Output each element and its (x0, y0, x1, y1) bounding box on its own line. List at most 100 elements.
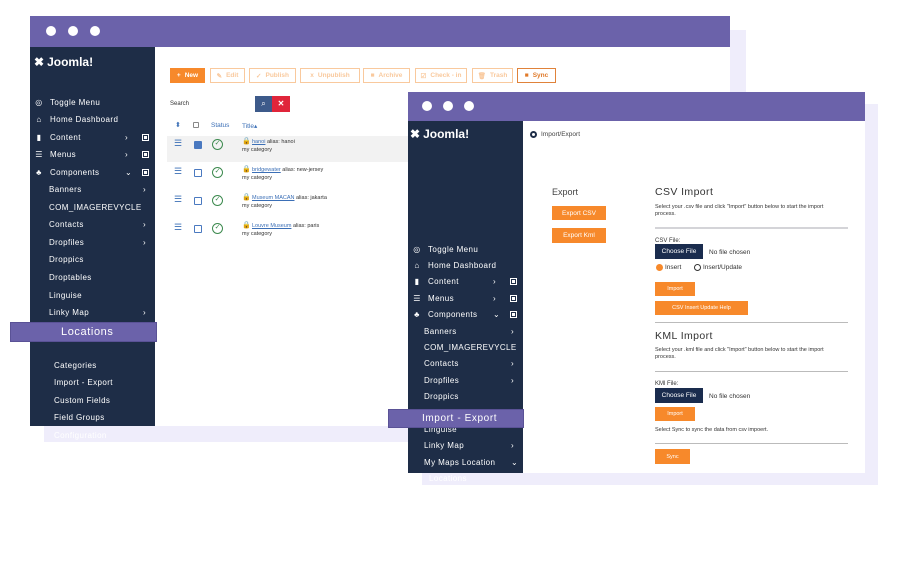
chevron-right-icon[interactable]: › (143, 185, 146, 194)
sidebar-item-locations[interactable]: Locations (408, 473, 523, 485)
column-status[interactable]: Status (211, 122, 229, 129)
sidebar-item-banners[interactable]: Banners › (30, 184, 155, 196)
publish-button[interactable]: ✓ Publish (249, 68, 296, 83)
published-status-icon[interactable]: ✓ (212, 195, 223, 206)
new-button[interactable]: + New (170, 68, 205, 83)
kml-choose-file-button[interactable]: Choose File (655, 388, 703, 403)
sidebar-item-droptables[interactable]: Droptables (30, 272, 155, 284)
sidebar-item-contacts[interactable]: Contacts › (30, 219, 155, 231)
sidebar-item-menus[interactable]: ☰ Menus › (408, 292, 523, 304)
export-csv-button[interactable]: Export CSV (552, 206, 606, 220)
csv-choose-file-button[interactable]: Choose File (655, 244, 703, 259)
location-link[interactable]: Museum MACAN (252, 195, 294, 201)
location-link[interactable]: bridgewater (252, 167, 281, 173)
dashboard-grid-icon[interactable] (510, 311, 517, 319)
published-status-icon[interactable]: ✓ (212, 223, 223, 234)
sidebar-item-custom-fields[interactable]: Custom Fields (30, 394, 155, 406)
sidebar-item-label: Dropfiles (424, 375, 460, 385)
row-checkbox[interactable] (194, 141, 202, 149)
dashboard-grid-icon[interactable] (142, 133, 149, 141)
sidebar-item-dropfiles[interactable]: Dropfiles › (30, 236, 155, 248)
radio-insert[interactable]: Insert (656, 264, 681, 271)
sidebar-item-categories[interactable]: Categories (30, 359, 155, 371)
archive-button[interactable]: ■ Archive (363, 68, 410, 83)
sidebar-item-menus[interactable]: ☰ Menus › (30, 149, 155, 161)
chevron-right-icon[interactable]: › (511, 359, 514, 368)
search-button[interactable]: ⌕ (255, 96, 272, 112)
chevron-right-icon[interactable]: › (125, 133, 128, 142)
sidebar-item-home-dashboard[interactable]: ⌂ Home Dashboard (408, 259, 523, 271)
chevron-right-icon[interactable]: › (143, 220, 146, 229)
dashboard-grid-icon[interactable] (142, 151, 149, 159)
sidebar-item-toggle-menu[interactable]: ◎ Toggle Menu (408, 243, 523, 255)
drag-handle-icon[interactable]: ☰ (174, 194, 182, 205)
chevron-right-icon[interactable]: › (493, 294, 496, 303)
sidebar-item-field-groups[interactable]: Field Groups (30, 412, 155, 424)
row-checkbox[interactable] (194, 197, 202, 205)
chevron-right-icon[interactable]: › (511, 327, 514, 336)
drag-handle-icon[interactable]: ☰ (174, 166, 182, 177)
brand-name: Joomla! (423, 127, 470, 141)
published-status-icon[interactable]: ✓ (212, 167, 223, 178)
sidebar-item-droppics[interactable]: Droppics (408, 391, 523, 403)
row-checkbox[interactable] (194, 225, 202, 233)
sync-button[interactable]: Sync (655, 449, 690, 464)
sidebar-item-com-imagerevycle[interactable]: COM_IMAGEREVYCLE (30, 201, 155, 213)
sidebar-item-locations-highlight[interactable]: Locations (10, 322, 157, 342)
dashboard-grid-icon[interactable] (510, 278, 517, 286)
sidebar-item-categories[interactable]: Categories (408, 489, 523, 501)
sidebar-item-dropfiles[interactable]: Dropfiles › (408, 374, 523, 386)
sidebar-item-configuration[interactable]: Configuration (30, 429, 155, 441)
chevron-down-icon[interactable]: ⌄ (511, 458, 518, 467)
csv-import-button[interactable]: Import (655, 282, 695, 296)
sidebar-item-field-groups[interactable]: Field Groups (408, 538, 523, 550)
sidebar-item-my-maps-location[interactable]: My Maps Location ⌄ (408, 456, 523, 468)
radio-insert-update[interactable]: Insert/Update (694, 264, 742, 271)
sidebar-item-linky-map[interactable]: Linky Map › (408, 440, 523, 452)
sync-button[interactable]: ■ Sync (517, 68, 556, 83)
chevron-right-icon[interactable]: › (143, 308, 146, 317)
sidebar-item-import-export[interactable]: Import - Export (30, 377, 155, 389)
export-kml-button[interactable]: Export Kml (552, 228, 606, 243)
chevron-down-icon[interactable]: ⌄ (125, 168, 132, 177)
sidebar-item-toggle-menu[interactable]: ◎ Toggle Menu (30, 96, 155, 108)
trash-button[interactable]: 🗑 Trash (472, 68, 513, 83)
dashboard-grid-icon[interactable] (510, 294, 517, 302)
location-link[interactable]: Louvre Museum (252, 223, 291, 229)
drag-handle-icon[interactable]: ☰ (174, 222, 182, 233)
check-in-button[interactable]: ☑ Check - in (415, 68, 467, 83)
location-link[interactable]: hanoi (252, 139, 265, 145)
sidebar-item-configuration[interactable]: Configuration (408, 555, 523, 567)
sidebar-item-contacts[interactable]: Contacts › (408, 358, 523, 370)
chevron-right-icon[interactable]: › (511, 376, 514, 385)
sidebar-item-linky-map[interactable]: Linky Map › (30, 307, 155, 319)
chevron-right-icon[interactable]: › (143, 238, 146, 247)
csv-help-button[interactable]: CSV Insert Update Help (655, 301, 748, 315)
sidebar-item-components[interactable]: ♣ Components ⌄ (30, 166, 155, 178)
sidebar-item-components[interactable]: ♣ Components ⌄ (408, 309, 523, 321)
sidebar-item-import-export-highlight[interactable]: Import - Export (388, 409, 524, 428)
chevron-down-icon[interactable]: ⌄ (493, 310, 500, 319)
edit-button[interactable]: ✎ Edit (210, 68, 245, 83)
dashboard-grid-icon[interactable] (142, 168, 149, 176)
unpublish-button[interactable]: x Unpublish (300, 68, 360, 83)
sidebar-item-content[interactable]: ▮ Content › (408, 276, 523, 288)
chevron-right-icon[interactable]: › (511, 441, 514, 450)
chevron-right-icon[interactable]: › (125, 150, 128, 159)
sidebar-item-linguise[interactable]: Linguise (30, 289, 155, 301)
sidebar-item-content[interactable]: ▮ Content › (30, 131, 155, 143)
sidebar-item-banners[interactable]: Banners › (408, 325, 523, 337)
clear-search-button[interactable]: ✕ (272, 96, 290, 112)
kml-import-button[interactable]: Import (655, 407, 695, 421)
drag-handle-icon[interactable]: ☰ (174, 138, 182, 149)
sidebar-item-home-dashboard[interactable]: ⌂ Home Dashboard (30, 114, 155, 126)
sort-order-icon[interactable]: ⬍ (175, 121, 181, 129)
select-all-checkbox[interactable] (193, 122, 199, 128)
chevron-right-icon[interactable]: › (493, 277, 496, 286)
published-status-icon[interactable]: ✓ (212, 139, 223, 150)
row-checkbox[interactable] (194, 169, 202, 177)
sidebar-item-com-imagerevycle[interactable]: COM_IMAGEREVYCLE (408, 341, 523, 353)
sidebar-item-custom-fields[interactable]: Custom Fields (408, 522, 523, 534)
column-title[interactable]: Title▴ (242, 122, 257, 130)
sidebar-item-droppics[interactable]: Droppics (30, 254, 155, 266)
